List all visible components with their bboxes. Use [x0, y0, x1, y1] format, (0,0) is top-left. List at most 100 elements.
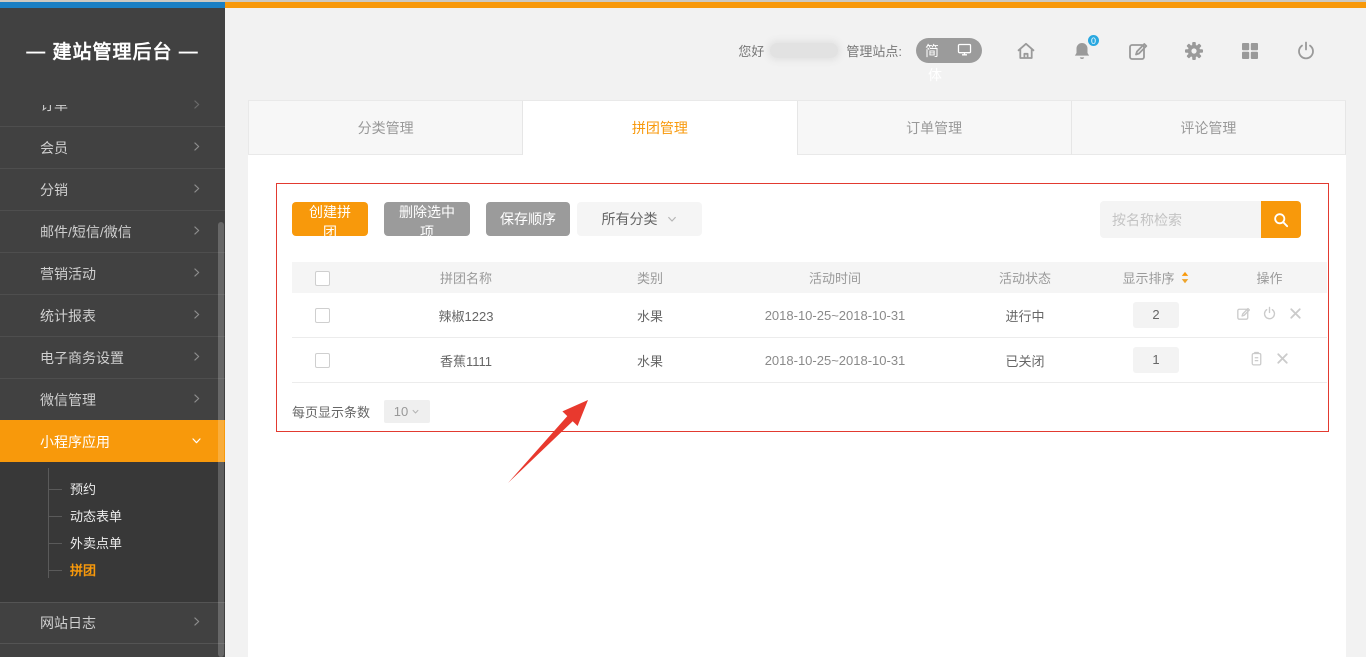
chevron-right-icon: [190, 350, 203, 366]
close-action-button[interactable]: [1287, 305, 1304, 322]
cell-category: 水果: [580, 351, 720, 370]
sidebar-item-marketing[interactable]: 营销活动: [0, 252, 225, 294]
cell-name: 辣椒1223: [352, 306, 580, 325]
select-all-checkbox[interactable]: [315, 271, 330, 286]
power-icon: [1294, 39, 1318, 63]
cell-name: 香蕉1111: [352, 351, 580, 370]
cell-time: 2018-10-25~2018-10-31: [720, 308, 950, 323]
settings-button[interactable]: [1182, 39, 1206, 63]
grid-icon: [1238, 39, 1262, 63]
sidebar-scrollbar[interactable]: [218, 222, 224, 657]
sidebar-item-mail-sms-wechat[interactable]: 邮件/短信/微信: [0, 210, 225, 252]
page-size-label: 每页显示条数: [292, 402, 370, 421]
topbar-orange-strip: [225, 2, 1366, 8]
col-header-sort[interactable]: 显示排序: [1122, 268, 1189, 287]
col-header-actions: 操作: [1212, 268, 1327, 287]
tab-comment-management[interactable]: 评论管理: [1072, 101, 1346, 155]
language-char-wrapped: 体: [928, 65, 942, 85]
sidebar-item-distribution[interactable]: 分销: [0, 168, 225, 210]
row-checkbox[interactable]: [315, 353, 330, 368]
table-row: 香蕉1111 水果 2018-10-25~2018-10-31 已关闭 1: [292, 338, 1327, 383]
logout-button[interactable]: [1294, 39, 1318, 63]
username-redacted: [770, 43, 838, 58]
tab-category-management[interactable]: 分类管理: [248, 101, 523, 155]
chevron-right-icon: [190, 182, 203, 198]
sidebar: — 建站管理后台 — 订单 会员 分销 邮件/短信/微信 营销活动: [0, 8, 225, 657]
edit-icon: [1126, 39, 1150, 63]
sidebar-item-site-logs[interactable]: 网站日志: [0, 602, 225, 644]
power-action-button[interactable]: [1261, 305, 1278, 322]
topbar-blue-strip: [0, 2, 225, 8]
table-header-row: 拼团名称 类别 活动时间 活动状态 显示排序 操作: [292, 262, 1327, 293]
edit-action-button[interactable]: [1235, 305, 1252, 322]
group-buying-table: 拼团名称 类别 活动时间 活动状态 显示排序 操作 辣椒1223 水果 2018…: [292, 262, 1327, 383]
tab-order-management[interactable]: 订单管理: [798, 101, 1072, 155]
category-filter-dropdown[interactable]: 所有分类: [577, 202, 702, 236]
sidebar-item-wechat-management[interactable]: 微信管理: [0, 378, 225, 420]
chevron-down-icon: [666, 213, 678, 225]
chevron-right-icon: [190, 266, 203, 282]
top-header: 您好 管理站点: 简 体 0: [225, 8, 1366, 100]
delete-selected-button[interactable]: 删除选中项: [384, 202, 470, 236]
search-input[interactable]: [1100, 201, 1261, 238]
copy-action-button[interactable]: [1248, 350, 1265, 367]
annotation-arrow: [498, 388, 602, 486]
col-header-time: 活动时间: [720, 268, 950, 287]
apps-button[interactable]: [1238, 39, 1262, 63]
sidebar-menu: 订单 会员 分销 邮件/短信/微信 营销活动 统: [0, 92, 225, 644]
chevron-right-icon: [190, 392, 203, 408]
sidebar-item-miniprogram-apps[interactable]: 小程序应用: [0, 420, 225, 462]
create-group-button[interactable]: 创建拼团: [292, 202, 368, 236]
sidebar-item-members[interactable]: 会员: [0, 126, 225, 168]
col-header-status: 活动状态: [950, 268, 1100, 287]
notifications-button[interactable]: 0: [1070, 39, 1094, 63]
row-checkbox[interactable]: [315, 308, 330, 323]
sidebar-item-orders[interactable]: 订单: [0, 92, 225, 126]
tab-group-buying-management[interactable]: 拼团管理: [523, 101, 797, 155]
language-switcher[interactable]: 简 体: [916, 38, 982, 63]
submenu-item-dynamic-forms[interactable]: 动态表单: [0, 503, 225, 530]
home-icon: [1014, 39, 1038, 63]
power-action-icon: [1261, 305, 1278, 322]
save-order-button[interactable]: 保存顺序: [486, 202, 570, 236]
chevron-right-icon: [190, 98, 203, 114]
submenu-item-takeout-orders[interactable]: 外卖点单: [0, 530, 225, 557]
content-panel: 创建拼团 删除选中项 保存顺序 所有分类 拼团名称 类别 活动时间 活动状态: [248, 155, 1346, 657]
chevron-down-icon: [190, 434, 203, 450]
logo-title: — 建站管理后台 —: [0, 8, 225, 92]
table-row: 辣椒1223 水果 2018-10-25~2018-10-31 进行中 2: [292, 293, 1327, 338]
sort-order-input[interactable]: 2: [1133, 302, 1179, 328]
search-icon: [1271, 210, 1291, 230]
top-border-line: [0, 0, 1366, 2]
edit-site-button[interactable]: [1126, 39, 1150, 63]
gear-icon: [1182, 39, 1206, 63]
admin-backend-page: — 建站管理后台 — 订单 会员 分销 邮件/短信/微信 营销活动: [0, 0, 1366, 657]
submenu-item-booking[interactable]: 预约: [0, 476, 225, 503]
site-label: 管理站点:: [846, 41, 902, 60]
chevron-right-icon: [190, 140, 203, 156]
monitor-icon: [956, 41, 973, 61]
page-size-select[interactable]: 10: [384, 400, 430, 423]
page-size-control: 每页显示条数 10: [292, 400, 430, 423]
edit-action-icon: [1235, 305, 1252, 322]
chevron-right-icon: [190, 308, 203, 324]
sidebar-item-ecommerce-settings[interactable]: 电子商务设置: [0, 336, 225, 378]
tab-bar: 分类管理 拼团管理 订单管理 评论管理: [248, 100, 1346, 155]
home-button[interactable]: [1014, 39, 1038, 63]
sort-icon: [1180, 271, 1190, 284]
chevron-right-icon: [190, 615, 203, 631]
greeting-text: 您好: [738, 41, 764, 60]
sort-order-input[interactable]: 1: [1133, 347, 1179, 373]
chevron-down-icon: [411, 407, 420, 416]
cell-status: 已关闭: [950, 351, 1100, 370]
submenu-item-group-buying[interactable]: 拼团: [0, 557, 225, 584]
col-header-category: 类别: [580, 268, 720, 287]
close-action-button[interactable]: [1274, 350, 1291, 367]
cell-time: 2018-10-25~2018-10-31: [720, 353, 950, 368]
search-button[interactable]: [1261, 201, 1301, 238]
search-bar: [1100, 201, 1301, 238]
chevron-right-icon: [190, 224, 203, 240]
close-action-icon: [1287, 305, 1304, 322]
sidebar-item-statistics[interactable]: 统计报表: [0, 294, 225, 336]
cell-category: 水果: [580, 306, 720, 325]
